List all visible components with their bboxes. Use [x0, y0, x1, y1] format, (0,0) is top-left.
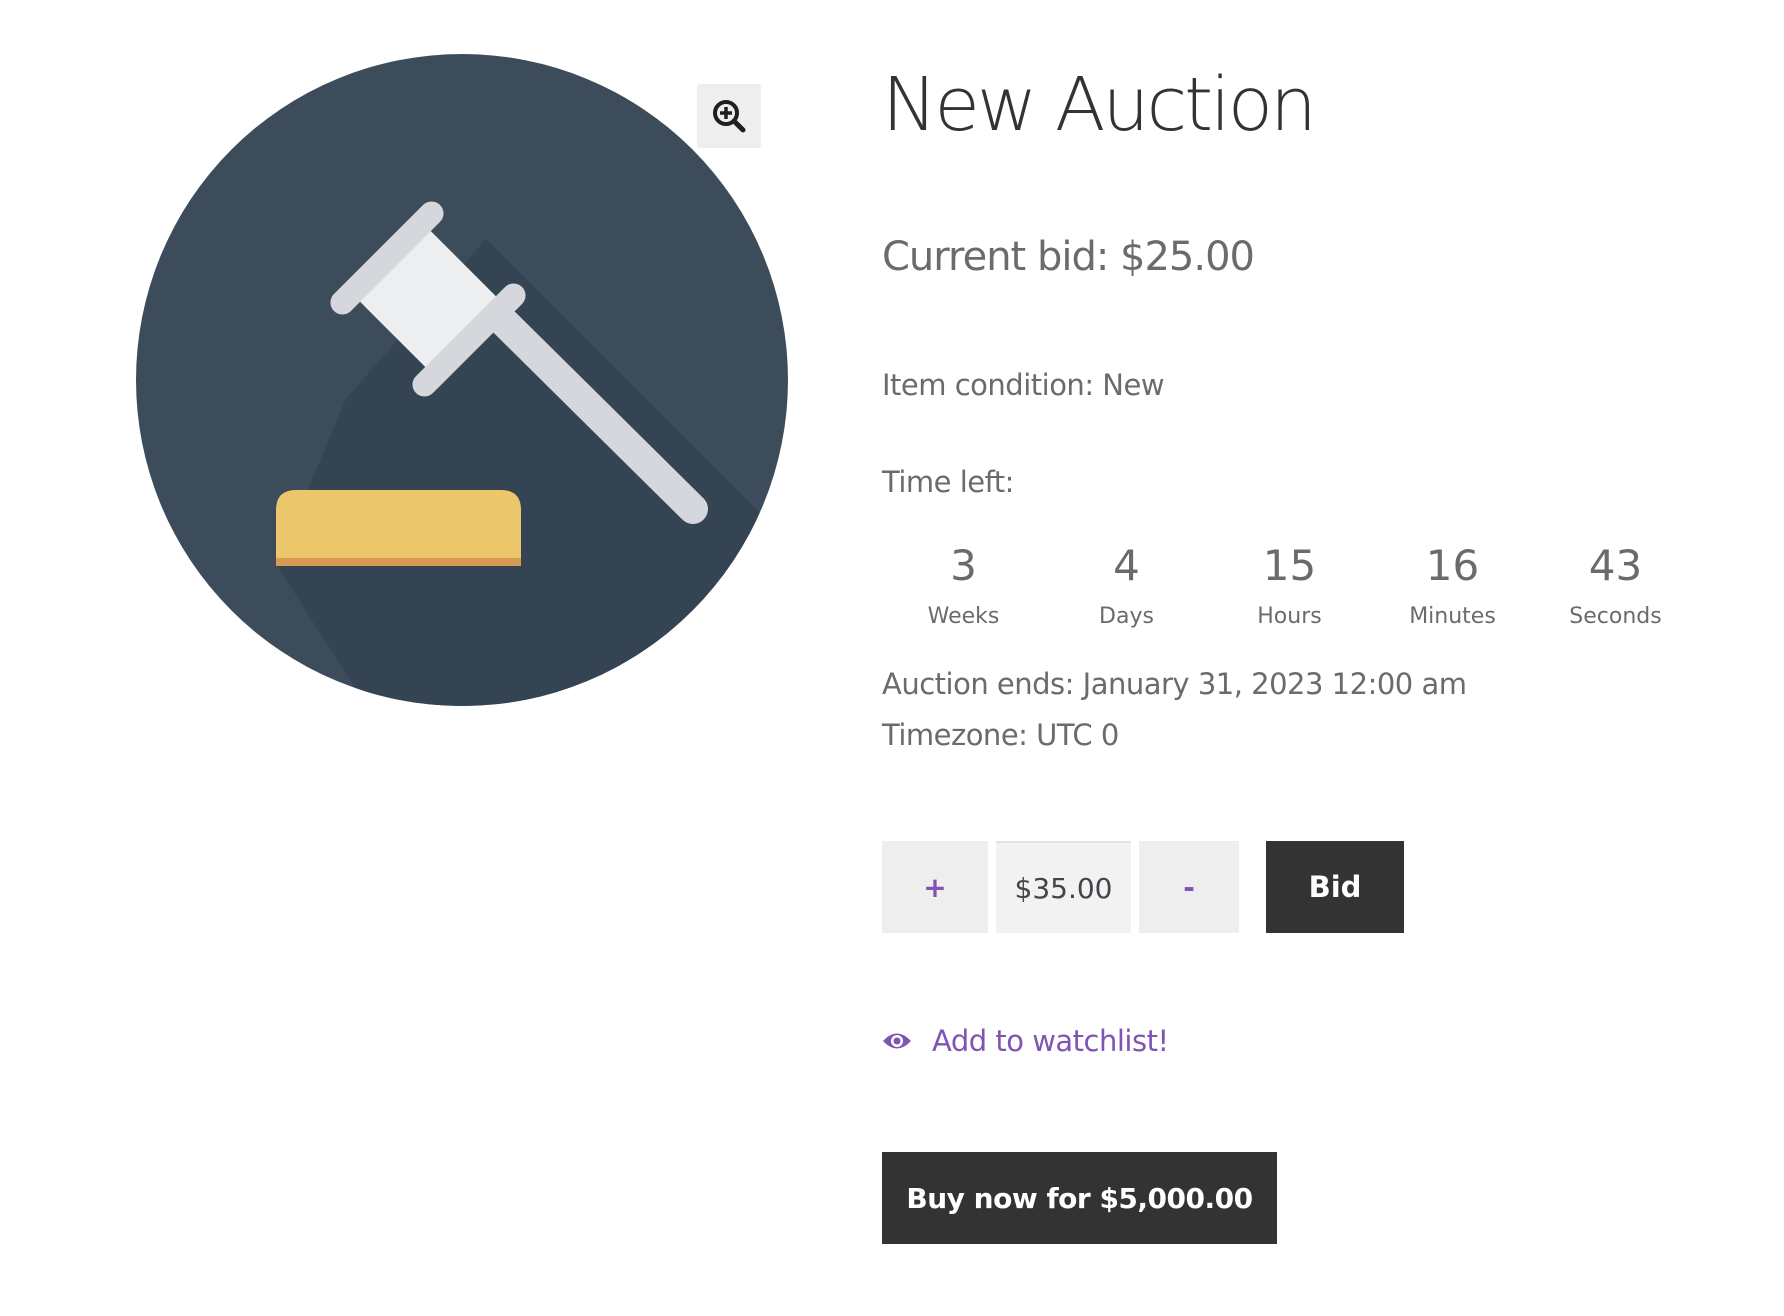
bid-button[interactable]: Bid — [1266, 841, 1404, 933]
product-page: New Auction Current bid: $25.00 Item con… — [0, 0, 1784, 1316]
product-image[interactable] — [136, 54, 788, 706]
countdown-days: 4 Days — [1045, 536, 1208, 632]
countdown-minutes: 16 Minutes — [1371, 536, 1534, 632]
countdown-hours: 15 Hours — [1208, 536, 1371, 632]
decrease-bid-button[interactable]: - — [1139, 841, 1239, 933]
buy-now-button[interactable]: Buy now for $5,000.00 — [882, 1152, 1277, 1244]
countdown-value: 3 — [950, 541, 977, 590]
increase-bid-button[interactable]: + — [882, 841, 988, 933]
watchlist-label: Add to watchlist! — [932, 1024, 1169, 1058]
countdown-seconds: 43 Seconds — [1534, 536, 1697, 632]
bid-amount-input[interactable] — [996, 841, 1131, 933]
product-title: New Auction — [882, 62, 1317, 148]
countdown-value: 43 — [1588, 541, 1643, 590]
eye-icon — [883, 1033, 911, 1049]
gavel-icon — [136, 54, 788, 706]
countdown-weeks: 3 Weeks — [882, 536, 1045, 632]
time-left-label: Time left: — [882, 465, 1014, 499]
countdown-unit: Seconds — [1569, 604, 1662, 629]
timezone: Timezone: UTC 0 — [882, 718, 1119, 752]
zoom-button[interactable] — [697, 84, 761, 148]
zoom-in-icon — [713, 100, 746, 133]
countdown-timer: 3 Weeks 4 Days 15 Hours 16 Minutes 43 Se… — [882, 536, 1697, 632]
auction-ends: Auction ends: January 31, 2023 12:00 am — [882, 667, 1467, 701]
countdown-unit: Days — [1099, 604, 1154, 629]
current-bid: Current bid: $25.00 — [882, 234, 1255, 280]
countdown-value: 16 — [1425, 541, 1480, 590]
countdown-unit: Hours — [1257, 604, 1322, 629]
item-condition: Item condition: New — [882, 368, 1165, 402]
countdown-unit: Minutes — [1409, 604, 1496, 629]
countdown-value: 15 — [1262, 541, 1317, 590]
add-to-watchlist-link[interactable]: Add to watchlist! — [882, 1024, 1169, 1058]
countdown-unit: Weeks — [927, 604, 1000, 629]
countdown-value: 4 — [1113, 541, 1140, 590]
